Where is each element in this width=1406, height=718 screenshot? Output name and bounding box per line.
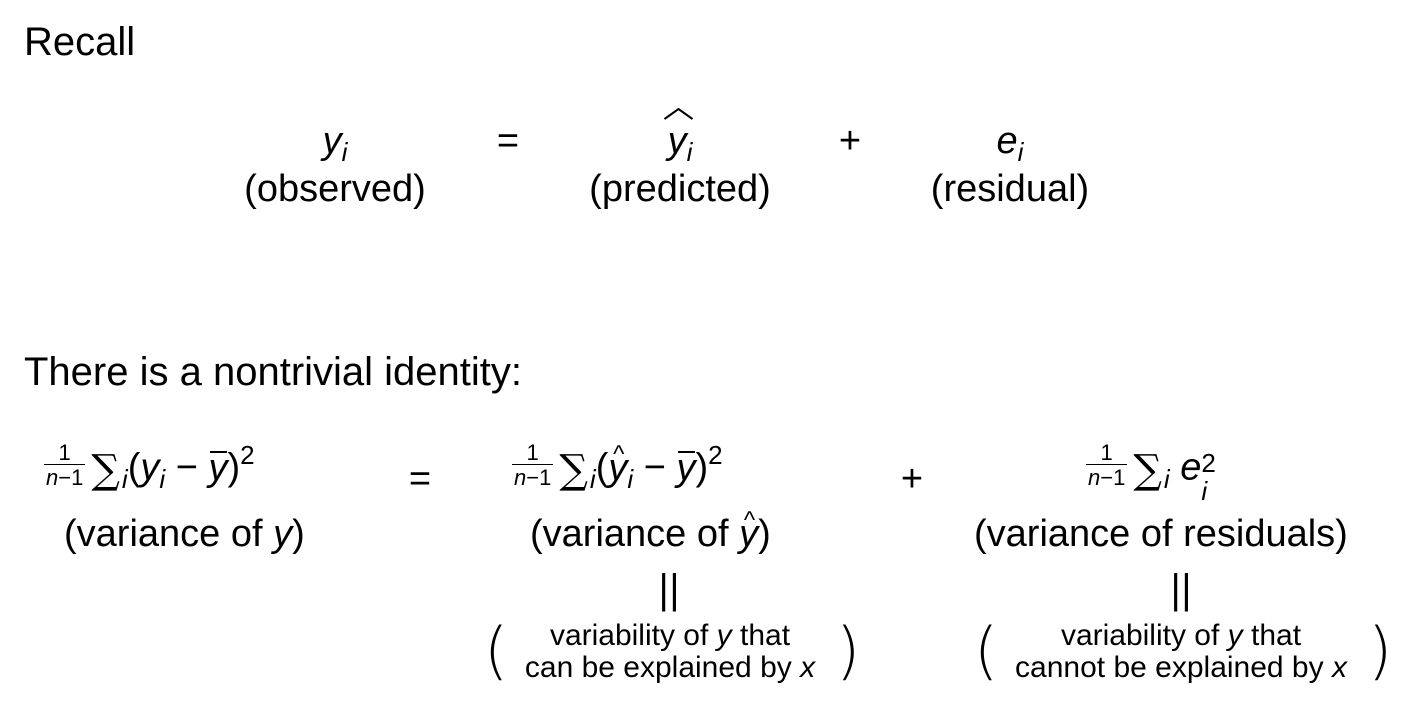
explained-equivalence-bars: || — [657, 567, 681, 611]
identity-plus-sign: + — [900, 458, 924, 500]
fraction-one-over-n-minus-one: 1 n−1 — [1086, 440, 1128, 490]
y-bar: y — [676, 446, 696, 489]
wide-hat-icon — [664, 108, 694, 120]
variance-residuals-formula: 1 n−1 ∑i e2i — [1086, 440, 1216, 506]
variance-residuals-label: (variance of residuals) — [974, 513, 1348, 555]
unexplained-equivalence-bars: || — [1169, 567, 1193, 611]
observed-symbol: yi — [322, 120, 348, 167]
sum-symbol: ∑ — [91, 446, 120, 493]
explained-right-paren: ) — [836, 614, 861, 687]
identity-heading: There is a nontrivial identity: — [24, 350, 523, 394]
identity-equals-sign: = — [408, 458, 432, 500]
observed-label: (observed) — [244, 168, 426, 210]
residual-label: (residual) — [930, 168, 1090, 210]
variance-yhat-label: (variance of ^ y) — [530, 507, 771, 555]
unexplained-note-line2: cannot be explained by x — [1015, 650, 1347, 684]
explained-note-line2: can be explained by x — [524, 650, 816, 684]
variance-y-label: (variance of y) — [64, 513, 305, 555]
fraction-one-over-n-minus-one: 1 n−1 — [44, 440, 86, 490]
recall-heading: Recall — [24, 20, 136, 64]
unexplained-note: variability of y that cannot be explaine… — [990, 620, 1372, 683]
predicted-symbol: yi — [580, 108, 780, 165]
unexplained-note-line1: variability of y that — [1060, 619, 1302, 652]
variance-y-formula: 1 n−1 ∑i(yi − y)2 — [44, 439, 255, 494]
y-hat: ^ y — [608, 440, 628, 489]
explained-note: variability of y that can be explained b… — [500, 620, 840, 683]
sum-symbol: ∑ — [559, 446, 588, 493]
recall-plus-sign: + — [838, 120, 862, 162]
residual-symbol: ei — [996, 120, 1024, 167]
recall-equals-sign: = — [496, 120, 520, 162]
unexplained-right-paren: ) — [1368, 614, 1393, 687]
variance-yhat-formula: 1 n−1 ∑i(^ yi − y)2 — [512, 439, 723, 494]
predicted-label: (predicted) — [589, 168, 771, 210]
fraction-one-over-n-minus-one: 1 n−1 — [512, 440, 554, 490]
explained-note-line1: variability of y that — [549, 619, 791, 652]
y-bar: y — [208, 446, 228, 489]
sum-symbol: ∑ — [1133, 446, 1162, 493]
